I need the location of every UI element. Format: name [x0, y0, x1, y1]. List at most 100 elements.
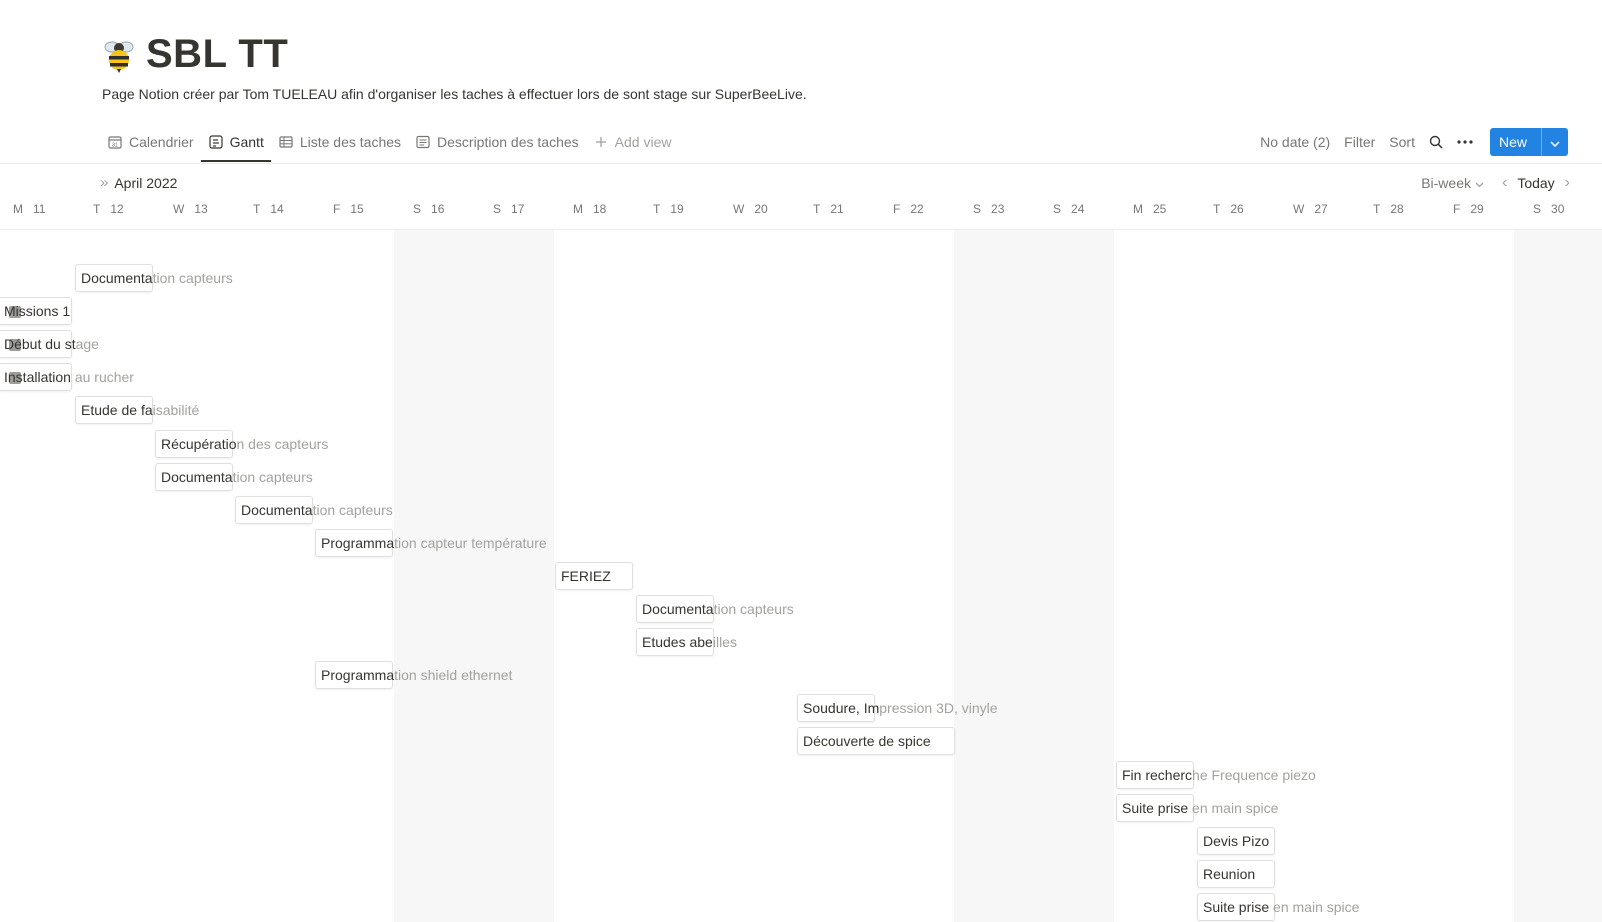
task-bar[interactable]: [1116, 794, 1194, 822]
day-header: M 18: [573, 202, 653, 216]
day-number: 27: [1314, 202, 1328, 216]
day-header: T 12: [93, 202, 173, 216]
task-bar[interactable]: [1197, 827, 1275, 855]
day-number: 30: [1551, 202, 1565, 216]
task-bar[interactable]: [797, 727, 955, 755]
plus-icon: [593, 134, 609, 150]
range-mode-dropdown[interactable]: Bi-week: [1421, 175, 1484, 191]
tab-liste-des-taches[interactable]: Liste des taches: [271, 128, 408, 156]
day-of-week: T: [813, 202, 821, 216]
day-number: 28: [1390, 202, 1404, 216]
more-options-icon[interactable]: [1450, 128, 1480, 156]
month-header: » April 2022: [100, 174, 177, 191]
today-button[interactable]: Today: [1517, 175, 1554, 191]
task-bar[interactable]: [75, 396, 153, 424]
day-header: F 29: [1453, 202, 1533, 216]
day-number: 29: [1470, 202, 1484, 216]
page-title[interactable]: SBL TT: [146, 32, 288, 77]
day-header: S 23: [973, 202, 1053, 216]
table-icon: [278, 134, 294, 150]
no-date-button[interactable]: No date (2): [1253, 128, 1337, 156]
task-bar[interactable]: [235, 496, 313, 524]
tab-gantt[interactable]: Gantt: [200, 128, 272, 162]
new-button[interactable]: New: [1489, 128, 1541, 156]
chevron-down-icon: [1475, 175, 1484, 191]
search-icon[interactable]: [1422, 128, 1450, 156]
task-title-overflow: au rucher: [70, 369, 134, 385]
day-header: W 27: [1293, 202, 1373, 216]
day-number: 13: [194, 202, 208, 216]
task-bar[interactable]: [1116, 761, 1194, 789]
task-title-overflow: en main spice: [1269, 899, 1360, 915]
svg-text:31: 31: [112, 143, 118, 149]
gantt-header: » April 2022 Bi-week ‹ Today › M 11 T 12 W 13…: [0, 164, 1602, 230]
view-toolbar: No date (2) Filter Sort New: [1253, 128, 1568, 156]
task-bar[interactable]: [797, 694, 875, 722]
weekend-shade: [394, 230, 554, 922]
task-bar[interactable]: [1197, 860, 1275, 888]
task-bar[interactable]: [315, 529, 393, 557]
bee-icon[interactable]: [100, 34, 138, 74]
day-of-week: M: [573, 202, 583, 216]
double-chevron-right-icon[interactable]: »: [100, 174, 108, 191]
task-bar[interactable]: [0, 330, 72, 358]
day-of-week: F: [333, 202, 341, 216]
task-bar[interactable]: [555, 562, 633, 590]
task-bar[interactable]: [636, 595, 714, 623]
day-number: 19: [670, 202, 684, 216]
day-of-week: S: [1053, 202, 1062, 216]
sort-button[interactable]: Sort: [1382, 128, 1422, 156]
task-bar[interactable]: [0, 297, 72, 325]
day-header: T 19: [653, 202, 733, 216]
new-dropdown-button[interactable]: [1541, 128, 1568, 156]
day-number: 23: [991, 202, 1005, 216]
day-header: S 16: [413, 202, 493, 216]
day-number: 15: [350, 202, 364, 216]
chevron-right-icon[interactable]: ›: [1565, 174, 1570, 192]
range-controls: Bi-week ‹ Today ›: [1421, 172, 1570, 194]
tab-description-des-taches[interactable]: Description des taches: [408, 128, 586, 156]
drag-handle-icon[interactable]: [9, 306, 21, 318]
day-of-week: M: [13, 202, 23, 216]
task-bar[interactable]: [315, 661, 393, 689]
add-view-button[interactable]: Add view: [586, 128, 679, 156]
task-bar[interactable]: [75, 264, 153, 292]
day-number: 11: [33, 202, 46, 216]
tab-label: Description des taches: [437, 134, 579, 150]
task-title-overflow: isabilité: [152, 402, 200, 418]
day-header: F 15: [333, 202, 413, 216]
drag-handle-icon[interactable]: [9, 372, 21, 384]
task-title-overflow: age: [75, 336, 99, 352]
day-header: W 20: [733, 202, 813, 216]
filter-button[interactable]: Filter: [1337, 128, 1382, 156]
day-of-week: T: [93, 202, 101, 216]
task-bar[interactable]: [1197, 893, 1275, 921]
chevron-left-icon[interactable]: ‹: [1502, 174, 1507, 192]
tab-calendrier[interactable]: 31 Calendrier: [100, 128, 201, 156]
weekend-shade: [954, 230, 1114, 922]
task-bar[interactable]: [0, 363, 72, 391]
day-header: T 28: [1373, 202, 1453, 216]
page-description[interactable]: Page Notion créer par Tom TUELEAU afin d…: [102, 86, 807, 102]
task-bar[interactable]: [155, 463, 233, 491]
range-mode-label: Bi-week: [1421, 175, 1471, 191]
day-number: 14: [270, 202, 284, 216]
board-icon: [415, 134, 431, 150]
weekend-shade: [1514, 230, 1602, 922]
day-number: 18: [593, 202, 607, 216]
day-header: M 11: [13, 202, 93, 216]
day-header: F 22: [893, 202, 973, 216]
task-bar[interactable]: [636, 628, 714, 656]
day-header: T 21: [813, 202, 893, 216]
task-title-overflow: tion capteurs: [312, 502, 393, 518]
timeline-icon: [208, 134, 224, 150]
month-label: April 2022: [114, 174, 178, 191]
gantt-view: » April 2022 Bi-week ‹ Today › M 11 T 12 W 13…: [0, 164, 1602, 922]
task-bar[interactable]: [155, 430, 233, 458]
drag-handle-icon[interactable]: [9, 339, 21, 351]
day-number: 24: [1071, 202, 1085, 216]
day-of-week: S: [493, 202, 502, 216]
day-of-week: F: [1453, 202, 1461, 216]
day-of-week: S: [413, 202, 422, 216]
day-of-week: W: [173, 202, 185, 216]
